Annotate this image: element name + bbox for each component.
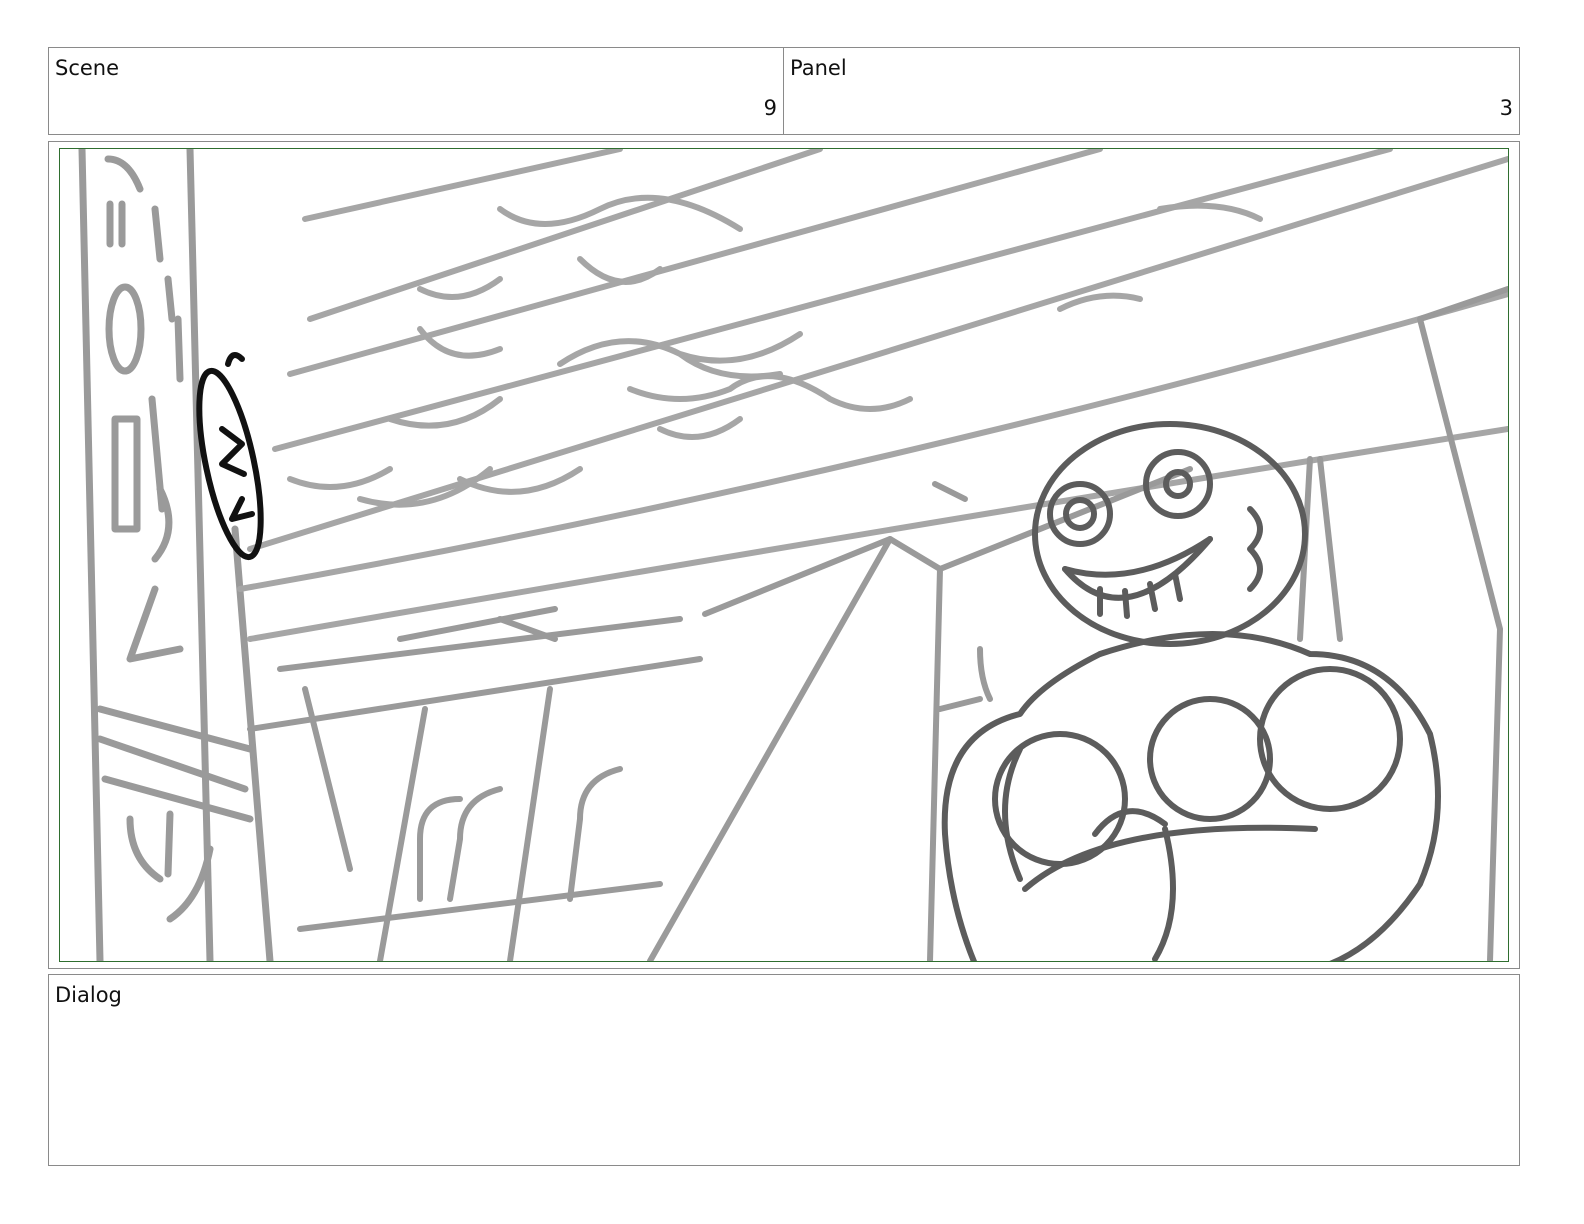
storyboard-sketch (78, 149, 1508, 961)
scene-cell: Scene 9 (48, 47, 784, 135)
panel-cell: Panel 3 (783, 47, 1520, 135)
dialog-cell: Dialog (48, 974, 1520, 1166)
dialog-label: Dialog (55, 983, 122, 1007)
dialog-text[interactable] (55, 1015, 1513, 1159)
scene-number: 9 (763, 96, 777, 120)
panel-label: Panel (790, 56, 847, 80)
scene-label: Scene (55, 56, 120, 80)
panel-number: 3 (1499, 96, 1513, 120)
grinning-character (941, 421, 1441, 961)
back-wall (247, 286, 1508, 961)
